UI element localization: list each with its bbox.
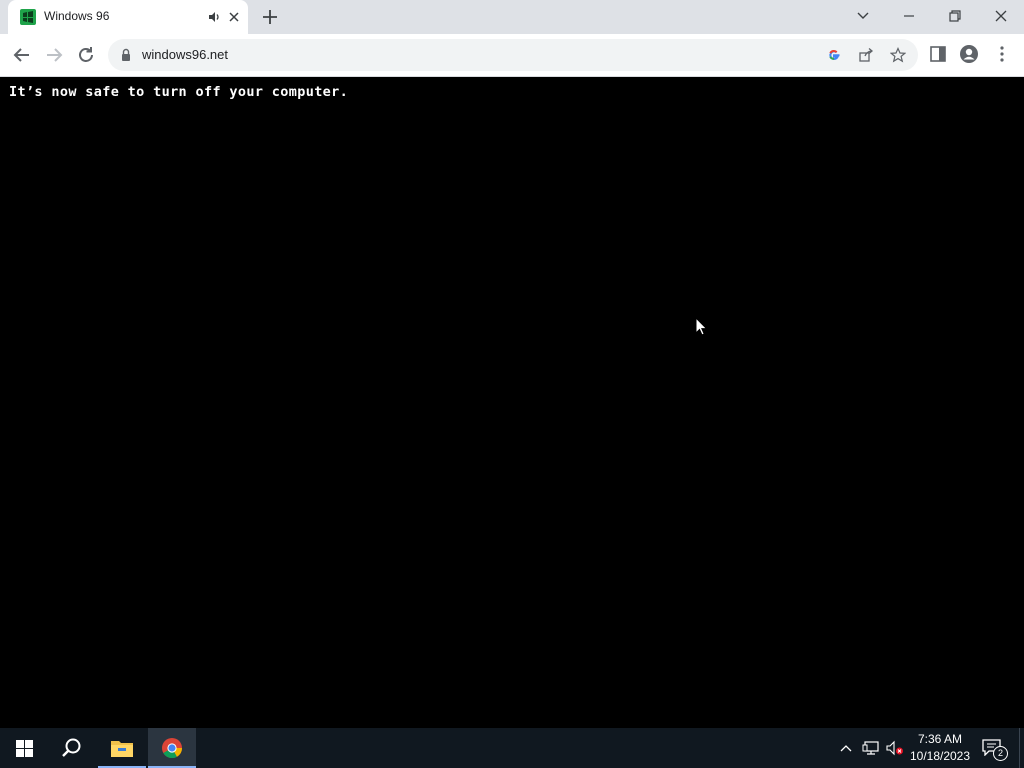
- chrome-taskbar-button[interactable]: [148, 728, 196, 768]
- close-icon: [995, 10, 1007, 22]
- side-panel-icon[interactable]: [928, 44, 948, 64]
- browser-toolbar: windows96.net: [0, 34, 1024, 77]
- notification-count-badge: 2: [993, 746, 1008, 761]
- forward-arrow-icon[interactable]: [42, 43, 66, 67]
- start-button[interactable]: [0, 728, 48, 768]
- web-page-content[interactable]: It’s now safe to turn off your computer.: [0, 77, 1024, 728]
- tab-title: Windows 96: [44, 9, 110, 23]
- share-icon[interactable]: [858, 47, 874, 63]
- lock-icon[interactable]: [120, 48, 132, 62]
- close-window-button[interactable]: [978, 0, 1024, 30]
- taskbar: 7:36 AM 10/18/2023 2: [0, 728, 1024, 768]
- folder-icon: [111, 741, 133, 757]
- profile-avatar-icon[interactable]: [959, 44, 979, 64]
- chevron-down-icon: [857, 12, 869, 19]
- tab-search-button[interactable]: [840, 0, 886, 30]
- search-button[interactable]: [48, 728, 96, 768]
- minimize-icon: [904, 15, 914, 17]
- audio-playing-icon[interactable]: [206, 9, 222, 25]
- restore-button[interactable]: [932, 0, 978, 30]
- windows96-favicon-icon: [20, 9, 36, 25]
- back-arrow-icon[interactable]: [10, 43, 34, 67]
- volume-muted-icon[interactable]: [885, 740, 905, 756]
- shutdown-message: It’s now safe to turn off your computer.: [9, 84, 349, 100]
- file-explorer-button[interactable]: [98, 728, 146, 768]
- windows-logo-icon: [16, 740, 33, 757]
- kebab-menu-icon[interactable]: [992, 44, 1012, 64]
- bookmark-star-icon[interactable]: [890, 47, 906, 63]
- restore-icon: [949, 10, 961, 22]
- address-bar[interactable]: windows96.net: [108, 39, 918, 71]
- chrome-logo-icon: [162, 738, 183, 759]
- browser-tab[interactable]: Windows 96: [8, 0, 248, 34]
- search-icon: [62, 738, 81, 757]
- show-desktop-button[interactable]: [1019, 728, 1024, 768]
- minimize-button[interactable]: [886, 0, 932, 30]
- tab-close-icon[interactable]: [226, 9, 242, 25]
- reload-icon[interactable]: [74, 43, 98, 67]
- action-center-button[interactable]: 2: [982, 738, 1008, 761]
- clock-date: 10/18/2023: [909, 749, 971, 763]
- url-text[interactable]: windows96.net: [142, 47, 228, 62]
- google-g-icon[interactable]: [826, 47, 842, 63]
- chevron-up-icon[interactable]: [839, 742, 853, 754]
- tab-strip: Windows 96: [0, 0, 1024, 34]
- mouse-cursor-icon: [695, 317, 708, 336]
- clock-time: 7:36 AM: [917, 732, 963, 746]
- system-clock[interactable]: 7:36 AM 10/18/2023: [906, 731, 974, 765]
- network-icon[interactable]: [862, 740, 880, 756]
- new-tab-plus-icon[interactable]: [259, 6, 281, 28]
